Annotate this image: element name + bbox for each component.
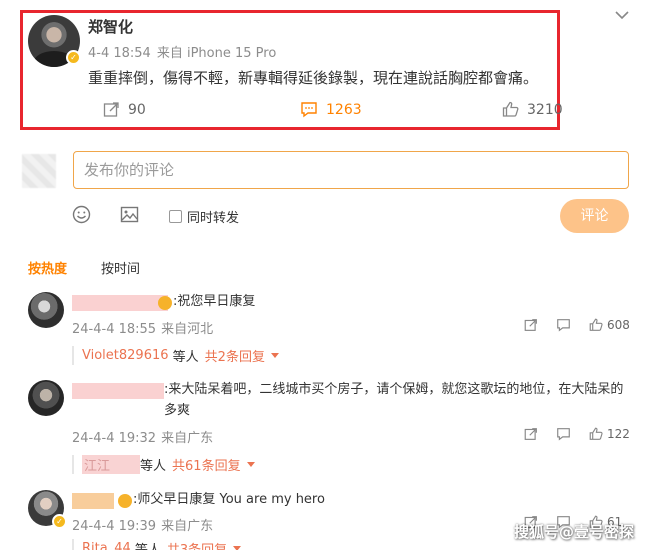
- post-author-name[interactable]: 郑智化: [88, 16, 133, 37]
- like-button[interactable]: 608: [589, 318, 630, 332]
- my-avatar: [22, 154, 56, 188]
- caret-down-icon: [233, 546, 242, 550]
- like-count: 3210: [527, 101, 563, 118]
- comment-icon: [301, 102, 317, 118]
- comment-text: :祝您早日康复: [173, 294, 256, 309]
- post-meta: 4-4 18:54 来自 iPhone 15 Pro: [88, 42, 282, 61]
- submit-comment-button[interactable]: 评论: [560, 199, 629, 233]
- comment-text: :来大陆呆着吧，二线城市买个房子，请个保姆，就您这歌坛的地位，在大陆呆的多爽: [164, 382, 624, 418]
- comment-actions: 608: [510, 318, 630, 332]
- repost-checkbox[interactable]: 同时转发: [169, 207, 239, 226]
- thumbs-up-icon: [589, 318, 603, 331]
- caret-down-icon: [270, 353, 279, 358]
- comment-location: 来自广东: [161, 431, 214, 446]
- tab-sort-time[interactable]: 按时间: [101, 258, 140, 277]
- caret-down-icon: [246, 462, 255, 467]
- comment-meta: 24-4-4 18:55 来自河北: [72, 318, 218, 337]
- reply-count[interactable]: 共3条回复: [167, 539, 227, 550]
- repost-count: 90: [128, 101, 146, 118]
- image-icon[interactable]: [120, 205, 139, 224]
- commenter-name-blurred[interactable]: [72, 295, 168, 311]
- repost-button[interactable]: 90: [103, 101, 146, 118]
- comment-button[interactable]: 1263: [300, 101, 362, 118]
- like-button[interactable]: 122: [589, 427, 630, 441]
- thumbs-up-icon: [589, 427, 603, 440]
- reply-user[interactable]: Violet829616: [82, 348, 169, 363]
- watermark: 搜狐号@壹号密探: [514, 523, 635, 541]
- reply-user[interactable]: 江江: [82, 455, 141, 474]
- verified-badge-icon: ✓: [52, 514, 67, 529]
- reply-button[interactable]: [556, 427, 575, 441]
- comment-icon: [557, 428, 570, 441]
- comment-location: 来自广东: [161, 519, 214, 534]
- like-button[interactable]: 3210: [502, 101, 563, 118]
- emoji-icon[interactable]: [72, 205, 91, 224]
- commenter-name-blurred[interactable]: [72, 383, 164, 399]
- comment-input[interactable]: [73, 151, 629, 189]
- post-text: 重重摔倒，傷得不輕，新專輯得延後錄製，現在連說話胸腔都會痛。: [88, 69, 539, 87]
- reply-suffix: 等人: [172, 350, 199, 365]
- reply-count[interactable]: 共2条回复: [205, 346, 265, 365]
- thumbs-up-icon: [502, 101, 519, 117]
- reply-count[interactable]: 共61条回复: [172, 455, 241, 474]
- comment-location: 来自河北: [161, 322, 214, 337]
- repost-checkbox-label: 同时转发: [187, 211, 240, 226]
- avatar[interactable]: [28, 380, 64, 416]
- comment-time: 24-4-4 18:55: [72, 322, 157, 337]
- repost-button[interactable]: [524, 318, 542, 332]
- comment-actions: 122: [510, 427, 630, 441]
- chevron-down-icon[interactable]: [614, 8, 630, 22]
- repost-button[interactable]: [524, 427, 542, 441]
- comment-like-count: 122: [607, 427, 630, 441]
- post-time[interactable]: 4-4 18:54: [88, 46, 151, 61]
- reply-suffix: 等人: [135, 539, 161, 550]
- reply-button[interactable]: [556, 318, 575, 332]
- comment-meta: 24-4-4 19:32 来自广东: [72, 427, 218, 446]
- avatar[interactable]: [28, 292, 64, 328]
- verified-badge-icon: ✓: [66, 50, 81, 65]
- comment-time: 24-4-4 19:32: [72, 431, 157, 446]
- repost-icon: [524, 319, 537, 331]
- fan-badge-icon: [118, 494, 132, 508]
- repost-icon: [524, 428, 537, 440]
- tab-sort-hot[interactable]: 按热度: [28, 258, 67, 277]
- comment-count: 1263: [326, 101, 362, 118]
- comment-text: :师父早日康复 You are my hero: [133, 492, 325, 507]
- comment-meta: 24-4-4 19:39 来自广东: [72, 515, 218, 534]
- commenter-name-blurred[interactable]: [72, 493, 114, 509]
- reply-summary[interactable]: Violet829616 等人 共2条回复: [72, 346, 279, 365]
- comment-time: 24-4-4 19:39: [72, 519, 157, 534]
- reply-summary[interactable]: Rita_44 等人共3条回复: [72, 539, 242, 550]
- reply-user[interactable]: Rita_44: [82, 541, 131, 550]
- reply-suffix: 等人: [140, 459, 167, 474]
- checkbox-box[interactable]: [169, 210, 182, 223]
- comment-icon: [557, 319, 570, 332]
- post-source: 来自 iPhone 15 Pro: [156, 46, 277, 61]
- comment-like-count: 608: [607, 318, 630, 332]
- reply-summary[interactable]: 江江 等人 共61条回复: [72, 455, 255, 474]
- fan-badge-icon: [158, 296, 172, 310]
- repost-icon: [103, 102, 119, 117]
